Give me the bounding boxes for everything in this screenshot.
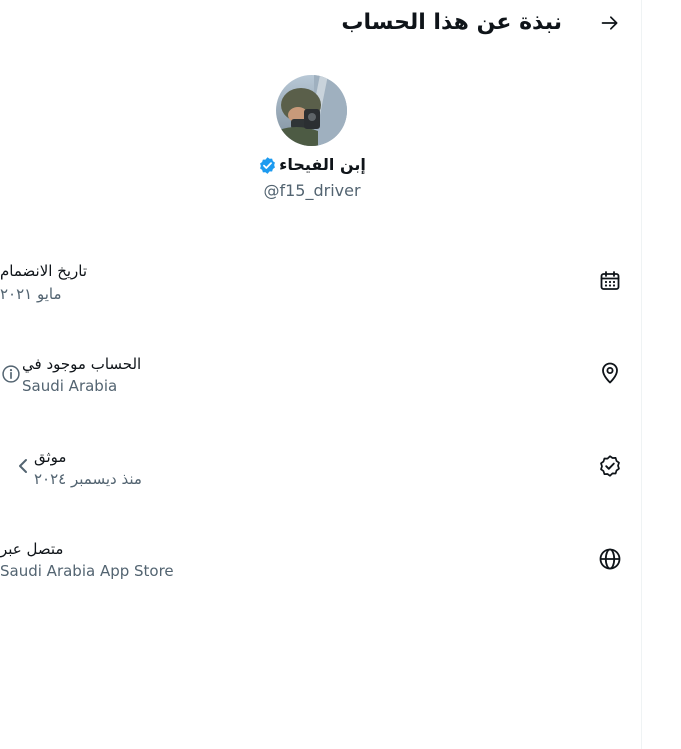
column-divider [641, 0, 642, 749]
connected-value: Saudi Arabia App Store [0, 562, 174, 580]
joined-label: تاريخ الانضمام [0, 262, 88, 280]
connected-label: متصل عبر [0, 540, 64, 558]
page-title: نبذة عن هذا الحساب [341, 10, 562, 35]
profile-name-row: إبن الفيحاء [160, 154, 464, 176]
avatar[interactable] [276, 75, 347, 146]
verified-badge-icon [258, 156, 277, 175]
profile-handle: @f15_driver [263, 181, 361, 200]
globe-icon [599, 548, 621, 570]
arrow-right-icon [601, 16, 618, 30]
back-button[interactable] [596, 9, 624, 37]
location-value: Saudi Arabia [22, 377, 118, 395]
joined-value: مايو ٢٠٢١ [0, 285, 62, 303]
about-account-page: نبذة عن هذا الحساب إبن الفيحاء @f15_driv… [0, 0, 681, 749]
location-label: الحساب موجود في [22, 355, 142, 373]
info-icon[interactable] [1, 364, 21, 384]
avatar-image [276, 75, 347, 146]
chevron-left-icon[interactable] [16, 456, 30, 476]
verified-label: موثق [34, 448, 67, 466]
location-pin-icon [602, 362, 618, 384]
display-name: إبن الفيحاء [279, 155, 366, 174]
calendar-icon [600, 271, 620, 290]
verified-check-icon [600, 455, 620, 477]
verified-value: منذ ديسمبر ٢٠٢٤ [34, 470, 142, 488]
